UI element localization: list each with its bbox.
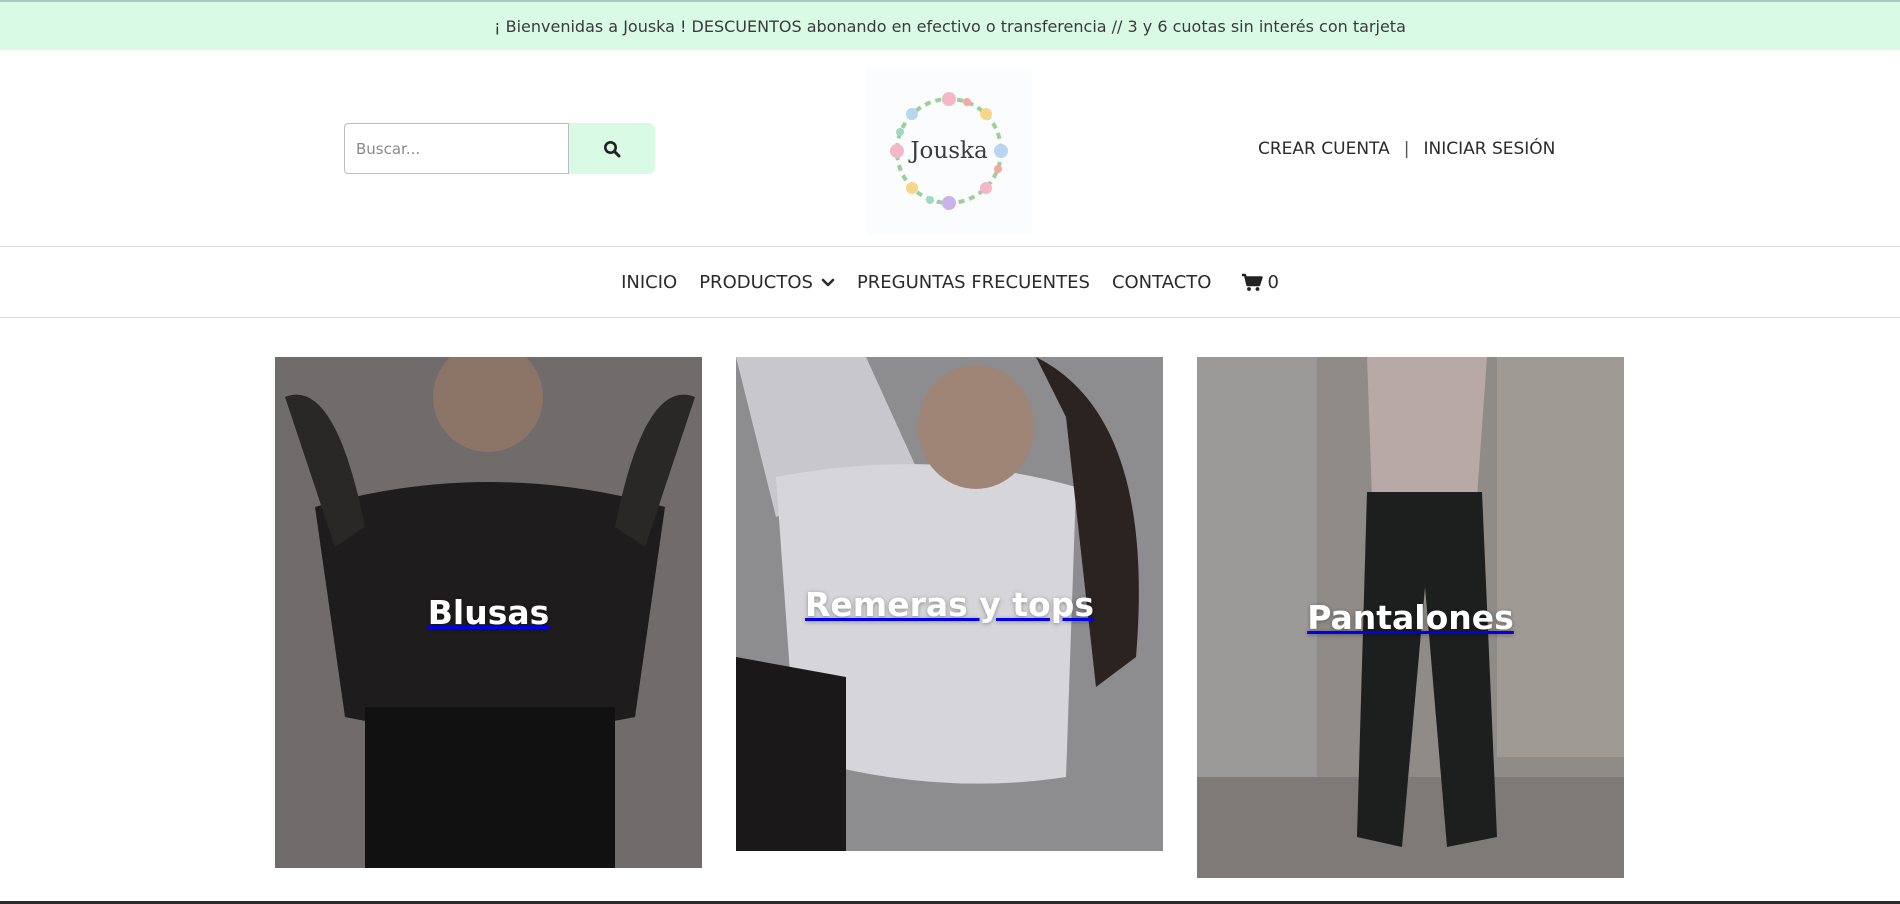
nav-item-inicio[interactable]: INICIO bbox=[621, 272, 677, 293]
category-label-remeras-y-tops: Remeras y tops bbox=[805, 584, 1094, 624]
nav-item-preguntas-frecuentes[interactable]: PREGUNTAS FRECUENTES bbox=[857, 272, 1090, 293]
search-input[interactable] bbox=[344, 123, 569, 174]
announcement-text: ¡ Bienvenidas a Jouska ! DESCUENTOS abon… bbox=[494, 16, 1406, 36]
category-label-blusas: Blusas bbox=[427, 593, 550, 632]
category-label-pantalones: Pantalones bbox=[1307, 598, 1514, 637]
main-nav: INICIO PRODUCTOS PREGUNTAS FRECUENTES CO… bbox=[0, 248, 1900, 318]
category-tile-remeras-y-tops[interactable]: Remeras y tops bbox=[736, 357, 1163, 851]
account-separator: | bbox=[1403, 139, 1410, 159]
chevron-down-icon bbox=[821, 278, 835, 286]
category-tile-blusas[interactable]: Blusas bbox=[275, 357, 702, 868]
nav-item-productos[interactable]: PRODUCTOS bbox=[699, 272, 835, 293]
search-button[interactable] bbox=[569, 123, 655, 174]
account-links: CREAR CUENTA | INICIAR SESIÓN bbox=[1258, 138, 1555, 160]
login-link[interactable]: INICIAR SESIÓN bbox=[1423, 139, 1555, 159]
search-form bbox=[344, 123, 655, 174]
create-account-link[interactable]: CREAR CUENTA bbox=[1258, 139, 1390, 159]
category-tile-pantalones[interactable]: Pantalones bbox=[1197, 357, 1624, 878]
cart-count: 0 bbox=[1267, 272, 1279, 293]
nav-item-contacto[interactable]: CONTACTO bbox=[1112, 272, 1212, 293]
announcement-bar: ¡ Bienvenidas a Jouska ! DESCUENTOS abon… bbox=[0, 0, 1900, 50]
logo[interactable]: Jouska bbox=[866, 68, 1032, 234]
search-icon bbox=[604, 140, 621, 157]
cart-button[interactable]: 0 bbox=[1233, 272, 1279, 293]
nav-item-productos-label: PRODUCTOS bbox=[699, 272, 813, 293]
shopping-cart-icon bbox=[1242, 273, 1264, 291]
site-header: Jouska CREAR CUENTA | INICIAR SESIÓN bbox=[0, 50, 1900, 247]
logo-text: Jouska bbox=[910, 138, 988, 164]
